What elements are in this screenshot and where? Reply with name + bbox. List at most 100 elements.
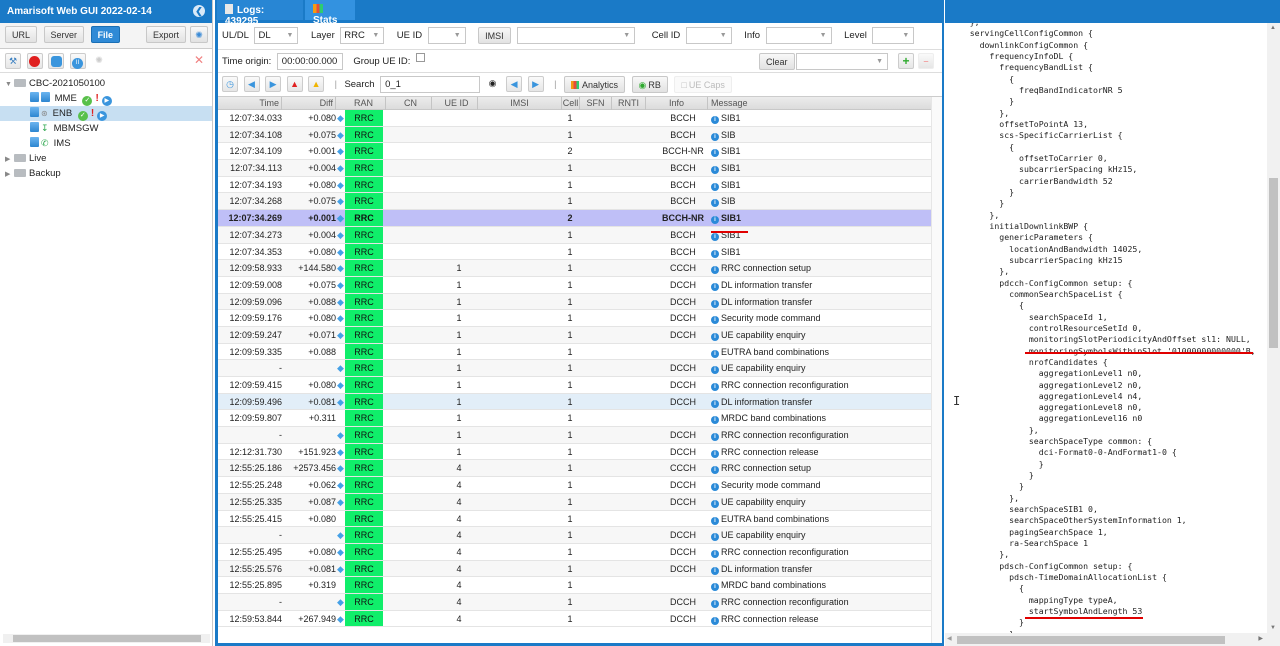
- info-icon[interactable]: i: [711, 616, 719, 625]
- info-icon[interactable]: i: [711, 483, 719, 492]
- table-row[interactable]: 12:09:58.933 +144.580 RRC 1 1 CCCH ◆ i RRC conne…: [218, 260, 942, 277]
- table-row[interactable]: - RRC 1 1 DCCH ◆ i UE capability enquiry: [218, 360, 942, 377]
- imsi-select[interactable]: ▼: [517, 27, 636, 44]
- column-header-info[interactable]: Info: [646, 97, 708, 110]
- warning-icon[interactable]: !: [95, 91, 98, 106]
- binoculars-icon[interactable]: ◉: [485, 76, 501, 92]
- table-row[interactable]: 12:12:31.730 +151.923 RRC 1 1 DCCH ◆ i RRC conne…: [218, 443, 942, 461]
- file-button[interactable]: File: [90, 26, 121, 43]
- column-header-rnti[interactable]: RNTI: [612, 97, 646, 110]
- warning-triangle-icon[interactable]: ▲: [308, 76, 325, 92]
- info-select[interactable]: ▼: [765, 27, 832, 44]
- info-icon[interactable]: i: [711, 266, 719, 275]
- rb-button[interactable]: ◉ RB: [631, 76, 668, 93]
- info-icon[interactable]: i: [711, 383, 719, 391]
- collapse-sidebar-icon[interactable]: ❮: [193, 5, 205, 17]
- info-icon[interactable]: i: [711, 449, 719, 458]
- table-row[interactable]: 12:55:25.576 +0.081 RRC 4 1 DCCH ◆ i DL informat…: [218, 560, 942, 578]
- table-row[interactable]: - RRC 1 1 DCCH ◆ i RRC connection reconfigurati…: [218, 427, 942, 444]
- scroll-down-icon[interactable]: ▼: [1270, 625, 1276, 631]
- time-origin-input[interactable]: 00:00:00.000: [276, 53, 343, 70]
- info-icon[interactable]: i: [711, 549, 719, 558]
- preset-select[interactable]: ▼: [796, 53, 888, 70]
- cellid-select[interactable]: ▼: [685, 27, 732, 44]
- arrow-left-icon[interactable]: ◀: [243, 76, 260, 92]
- close-icon[interactable]: ✕: [194, 53, 204, 67]
- info-icon[interactable]: i: [711, 416, 719, 425]
- scrollbar-thumb[interactable]: [1269, 178, 1278, 348]
- level-select[interactable]: ▼: [872, 27, 915, 44]
- detail-vertical-scrollbar[interactable]: ▲ ▼: [1267, 23, 1280, 633]
- info-icon[interactable]: i: [711, 516, 719, 525]
- scroll-up-icon[interactable]: ▲: [1270, 25, 1276, 31]
- info-icon[interactable]: i: [711, 216, 719, 225]
- tree-folder-backup[interactable]: ▶ Backup: [0, 166, 212, 181]
- table-row[interactable]: 12:07:34.268 +0.075 RRC 1 BCCH ◆ i SIB: [218, 193, 942, 211]
- info-icon[interactable]: i: [711, 316, 719, 325]
- info-icon[interactable]: i: [711, 249, 719, 258]
- connect-icon[interactable]: ✺: [190, 26, 208, 43]
- table-row[interactable]: 12:55:25.335 +0.087 RRC 4 1 DCCH ◆ i UE capabili…: [218, 493, 942, 511]
- table-row[interactable]: 12:07:34.193 +0.080 RRC 1 BCCH ◆ i SIB1: [218, 176, 942, 194]
- table-row[interactable]: 12:09:59.335 +0.088 RRC 1 1 i EUTRA band combi…: [218, 343, 942, 361]
- refresh-icon[interactable]: [48, 53, 65, 69]
- clock-icon[interactable]: ◷: [222, 76, 238, 92]
- info-icon[interactable]: i: [711, 599, 719, 608]
- search-input[interactable]: 0_1: [380, 76, 481, 93]
- table-row[interactable]: 12:09:59.176 +0.080 RRC 1 1 DCCH ◆ i Security mo…: [218, 310, 942, 327]
- info-icon[interactable]: i: [711, 132, 719, 141]
- table-row[interactable]: 12:55:25.495 +0.080 RRC 4 1 DCCH ◆ i RRC connect…: [218, 543, 942, 561]
- sidebar-horizontal-scrollbar[interactable]: [3, 634, 210, 643]
- scrollbar-thumb[interactable]: [957, 636, 1225, 644]
- table-row[interactable]: 12:09:59.415 +0.080 RRC 1 1 DCCH ◆ i RRC connect…: [218, 377, 942, 394]
- table-row[interactable]: - RRC 4 1 DCCH ◆ i UE capability enquiry: [218, 527, 942, 544]
- column-header-time[interactable]: Time: [218, 97, 282, 110]
- tree-node-mme[interactable]: MME ✓! ▶: [0, 91, 212, 106]
- table-row[interactable]: 12:07:34.269 +0.001 RRC 2 BCCH-NR ◆ i SIB1: [218, 210, 942, 227]
- search-prev-icon[interactable]: ◀: [506, 76, 523, 92]
- tree-node-ims[interactable]: ✆ IMS: [0, 136, 212, 151]
- info-icon[interactable]: i: [711, 533, 719, 542]
- scrollbar-thumb[interactable]: [13, 635, 201, 642]
- column-header-message[interactable]: Message: [708, 97, 930, 110]
- table-row[interactable]: 12:09:59.008 +0.075 RRC 1 1 DCCH ◆ i DL informat…: [218, 276, 942, 294]
- info-icon[interactable]: i: [711, 366, 719, 375]
- uldl-select[interactable]: DL ▼: [254, 27, 299, 44]
- table-row[interactable]: 12:55:25.895 +0.319 RRC 4 1 i MRDC band combin…: [218, 577, 942, 594]
- info-icon[interactable]: i: [711, 299, 719, 308]
- table-row[interactable]: 12:07:34.273 +0.004 RRC 1 BCCH ◆ i SIB1: [218, 226, 942, 244]
- arrow-right-icon[interactable]: ▶: [265, 76, 282, 92]
- warning-icon[interactable]: !: [91, 106, 94, 121]
- column-header-cn[interactable]: CN: [390, 97, 432, 110]
- expand-caret-icon[interactable]: ▶: [5, 152, 13, 167]
- column-header-diff[interactable]: Diff: [282, 97, 336, 110]
- table-row[interactable]: 12:59:53.844 +267.949 RRC 4 1 DCCH ◆ i RRC conne…: [218, 610, 942, 628]
- table-row[interactable]: 12:07:34.109 +0.001 RRC 2 BCCH-NR ◆ i SIB1: [218, 143, 942, 161]
- info-icon[interactable]: i: [711, 566, 719, 575]
- expand-caret-icon[interactable]: ▼: [5, 77, 13, 92]
- detail-horizontal-scrollbar[interactable]: ◀ ▶: [945, 633, 1280, 646]
- imsi-button[interactable]: IMSI: [478, 27, 511, 44]
- info-icon[interactable]: i: [711, 166, 719, 175]
- add-icon[interactable]: +: [898, 53, 914, 69]
- info-icon[interactable]: i: [711, 116, 719, 124]
- message-decode-view[interactable]: }, servingCellConfigCommon { downlinkCon…: [945, 23, 1267, 633]
- server-button[interactable]: Server: [43, 26, 85, 43]
- table-row[interactable]: 12:09:59.096 +0.088 RRC 1 1 DCCH ◆ i DL informat…: [218, 293, 942, 311]
- play-icon[interactable]: ▶: [97, 111, 108, 121]
- tree-node-mbmsgw[interactable]: ↧ MBMSGW: [0, 121, 212, 136]
- scroll-right-icon[interactable]: ▶: [1258, 635, 1263, 642]
- export-button[interactable]: Export: [146, 26, 187, 43]
- table-row[interactable]: 12:07:34.108 +0.075 RRC 1 BCCH ◆ i SIB: [218, 126, 942, 144]
- info-icon[interactable]: i: [711, 433, 719, 442]
- column-header-sfn[interactable]: SFN: [580, 97, 612, 110]
- info-icon[interactable]: i: [711, 349, 719, 358]
- tab-logs[interactable]: Logs: 439295: [217, 0, 303, 27]
- group-ueid-checkbox[interactable]: [416, 53, 426, 62]
- table-vertical-scrollbar[interactable]: [931, 97, 942, 643]
- info-icon[interactable]: i: [711, 232, 719, 241]
- column-header-cell[interactable]: Cell: [562, 97, 580, 110]
- tab-stats[interactable]: Stats: [305, 0, 355, 26]
- column-header-ueid[interactable]: UE ID: [436, 97, 478, 110]
- scroll-left-icon[interactable]: ◀: [947, 635, 952, 642]
